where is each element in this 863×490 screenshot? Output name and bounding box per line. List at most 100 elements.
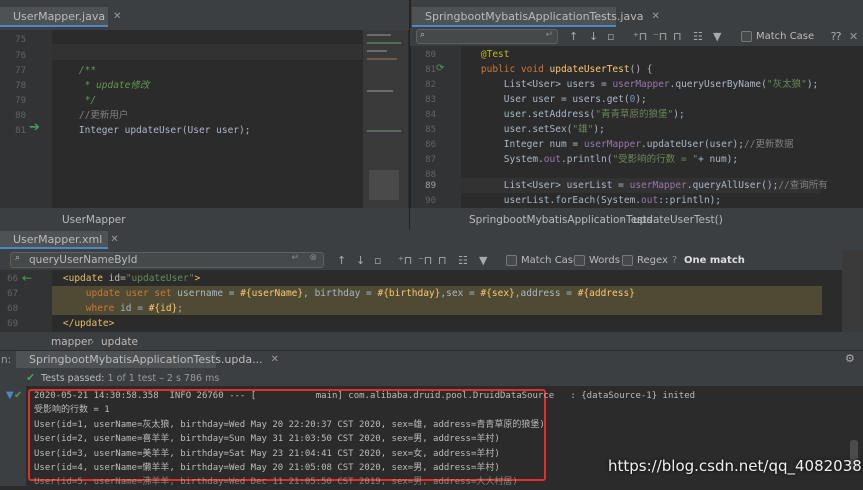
tab-usermapper-xml[interactable]: UserMapper.xml ✕ bbox=[0, 231, 119, 249]
line-number: 78 bbox=[15, 81, 26, 91]
line-number: 69 bbox=[7, 319, 18, 329]
breadcrumb-usermapper[interactable]: UserMapper bbox=[62, 214, 126, 226]
tab-label: SpringbootMybatisApplicationTests.upda..… bbox=[29, 353, 263, 366]
line-number: 89 bbox=[425, 181, 436, 191]
toggle-selection-icon[interactable]: ⊓ bbox=[438, 254, 447, 267]
console-line: User(id=3, userName=美羊羊, birthday=Sat Ma… bbox=[34, 449, 500, 459]
search-icon: ⌕ bbox=[420, 30, 426, 40]
regex-checkbox[interactable]: Regex ? bbox=[622, 255, 677, 266]
find-input[interactable]: ⌕ ↵ bbox=[416, 29, 558, 44]
close-find-icon[interactable]: ✕ bbox=[849, 30, 858, 43]
find-value: queryUserNameById bbox=[29, 254, 138, 266]
code-line: //更新用户 bbox=[56, 110, 129, 121]
settings-gear-icon[interactable]: ⚙ bbox=[845, 352, 855, 365]
filter-icon[interactable]: ▼ bbox=[713, 30, 721, 43]
close-icon[interactable]: ✕ bbox=[110, 234, 118, 245]
xml-tab-strip bbox=[0, 230, 863, 250]
breadcrumb-class[interactable]: SpringbootMybatisApplicationTests bbox=[469, 214, 652, 226]
line-number: 83 bbox=[425, 95, 436, 105]
checkbox-icon bbox=[574, 255, 585, 266]
console-line: 2020-05-21 14:30:58.358 INFO 26760 --- [… bbox=[34, 391, 696, 401]
multi-select-icon[interactable]: ☷ bbox=[693, 30, 703, 43]
remove-selection-icon[interactable]: ⁻⊓ bbox=[653, 30, 667, 43]
code-line: <update id="updateUser"> bbox=[62, 273, 201, 284]
clear-icon[interactable]: ⊗ bbox=[309, 253, 317, 263]
tab-label: SpringbootMybatisApplicationTests.java bbox=[425, 9, 644, 23]
add-selection-icon[interactable]: ⁺⊓ bbox=[398, 254, 412, 267]
checkbox-label: Regex bbox=[637, 255, 668, 266]
console-line: 受影响的行数 = 1 bbox=[34, 405, 110, 415]
breadcrumb-method[interactable]: updateUserTest() bbox=[633, 214, 723, 226]
test-passed-check-icon: ✔ bbox=[26, 371, 36, 384]
tab-label: UserMapper.xml bbox=[13, 232, 103, 246]
close-icon[interactable]: ✕ bbox=[113, 11, 121, 22]
code-line: update user set username = #{userName}, … bbox=[40, 288, 635, 299]
match-case-checkbox[interactable]: Match Case bbox=[506, 255, 579, 266]
next-occurrence-icon[interactable]: ↓ bbox=[589, 30, 598, 43]
find-options-icon[interactable]: ⁇ bbox=[831, 30, 841, 43]
prev-occurrence-icon[interactable]: ↑ bbox=[337, 254, 346, 267]
tree-check-icon: ✔ bbox=[14, 390, 23, 401]
code-line: where id = #{id}; bbox=[40, 303, 184, 314]
close-icon[interactable]: ✕ bbox=[271, 354, 279, 365]
line-number: 66 bbox=[7, 274, 18, 284]
multi-select-icon[interactable]: ☷ bbox=[458, 254, 468, 267]
implementation-arrow-icon[interactable]: ➔ bbox=[29, 120, 40, 135]
line-number: 87 bbox=[425, 155, 436, 165]
line-number: 68 bbox=[7, 304, 18, 314]
checkbox-icon bbox=[741, 31, 752, 42]
code-line: Integer updateUser(User user); bbox=[56, 125, 251, 136]
console-line: User(id=1, userName=灰太狼, birthday=Wed Ma… bbox=[34, 420, 545, 430]
match-case-checkbox[interactable]: Match Case bbox=[741, 31, 814, 42]
xml-find-input[interactable]: ⌕ queryUserNameById ↵ ⊗ bbox=[10, 252, 324, 268]
select-all-icon[interactable]: ▫ bbox=[374, 254, 381, 267]
code-line: public void updateUserTest() { bbox=[458, 64, 653, 75]
breadcrumb-mapper[interactable]: mapper bbox=[51, 336, 92, 348]
test-result-summary: Tests passed: 1 of 1 test – 2 s 786 ms bbox=[41, 373, 219, 384]
help-icon[interactable]: ? bbox=[672, 255, 677, 266]
line-number: 86 bbox=[425, 140, 436, 150]
left-minimap[interactable] bbox=[363, 30, 408, 208]
words-checkbox[interactable]: Words bbox=[574, 255, 620, 266]
checkbox-icon bbox=[622, 255, 633, 266]
code-line: System.out.println("受影响的行数 = "+ num); bbox=[458, 154, 739, 165]
tab-usermapper-java[interactable]: UserMapper.java ✕ bbox=[0, 7, 121, 27]
remove-selection-icon[interactable]: ⁻⊓ bbox=[418, 254, 432, 267]
console-line: User(id=4, userName=懒羊羊, birthday=Wed Ma… bbox=[34, 463, 500, 473]
tab-tests-java[interactable]: SpringbootMybatisApplicationTests.java ✕ bbox=[412, 7, 660, 27]
breadcrumb-separator: › bbox=[620, 214, 625, 226]
navigate-back-arrow-icon[interactable]: ← bbox=[22, 271, 32, 285]
run-left-toolbar: ▼ ✔ bbox=[0, 386, 26, 486]
code-line: User user = users.get(0); bbox=[458, 94, 647, 105]
tests-count: 1 of 1 test – 2 s 786 ms bbox=[107, 373, 220, 384]
run-tab[interactable]: SpringbootMybatisApplicationTests.upda..… bbox=[16, 351, 279, 368]
line-number: 90 bbox=[425, 196, 436, 206]
filter-icon[interactable]: ▼ bbox=[479, 254, 487, 267]
select-all-icon[interactable]: ▫ bbox=[607, 30, 614, 43]
tests-status: Tests passed: bbox=[41, 373, 105, 384]
next-occurrence-icon[interactable]: ↓ bbox=[356, 254, 365, 267]
watermark-url: https://blog.csdn.net/qq_40820382 bbox=[608, 457, 863, 475]
line-number: 67 bbox=[7, 289, 18, 299]
expand-tree-icon[interactable]: ▼ bbox=[6, 390, 14, 401]
line-number: 88 bbox=[425, 170, 436, 180]
toggle-selection-icon[interactable]: ⊓ bbox=[673, 30, 682, 43]
newline-icon[interactable]: ↵ bbox=[291, 253, 299, 263]
line-number: 82 bbox=[425, 80, 436, 90]
code-line: userList.forEach(System.out::println); bbox=[458, 195, 722, 206]
run-test-icon[interactable]: ⟳ bbox=[436, 63, 444, 74]
search-icon: ⌕ bbox=[15, 253, 21, 263]
left-editor[interactable]: 75 76 77 78 79 80 81 ➔ /** * update修改 */… bbox=[0, 30, 410, 208]
right-editor[interactable]: 80 81 82 83 84 85 86 87 88 89 90 ⟳ @Test… bbox=[410, 46, 863, 208]
add-selection-icon[interactable]: ⁺⊓ bbox=[633, 30, 647, 43]
line-number: 75 bbox=[15, 35, 26, 45]
xml-editor[interactable]: 66 67 68 69 ← <update id="updateUser"> u… bbox=[0, 270, 863, 332]
newline-icon[interactable]: ↵ bbox=[545, 30, 553, 40]
xml-minimap[interactable] bbox=[842, 250, 863, 332]
prev-occurrence-icon[interactable]: ↑ bbox=[569, 30, 578, 43]
close-icon[interactable]: ✕ bbox=[651, 11, 659, 22]
breadcrumb-update[interactable]: update bbox=[101, 336, 138, 348]
checkbox-icon bbox=[506, 255, 517, 266]
code-line: /** bbox=[56, 65, 97, 76]
code-line: * update修改 bbox=[56, 80, 150, 91]
